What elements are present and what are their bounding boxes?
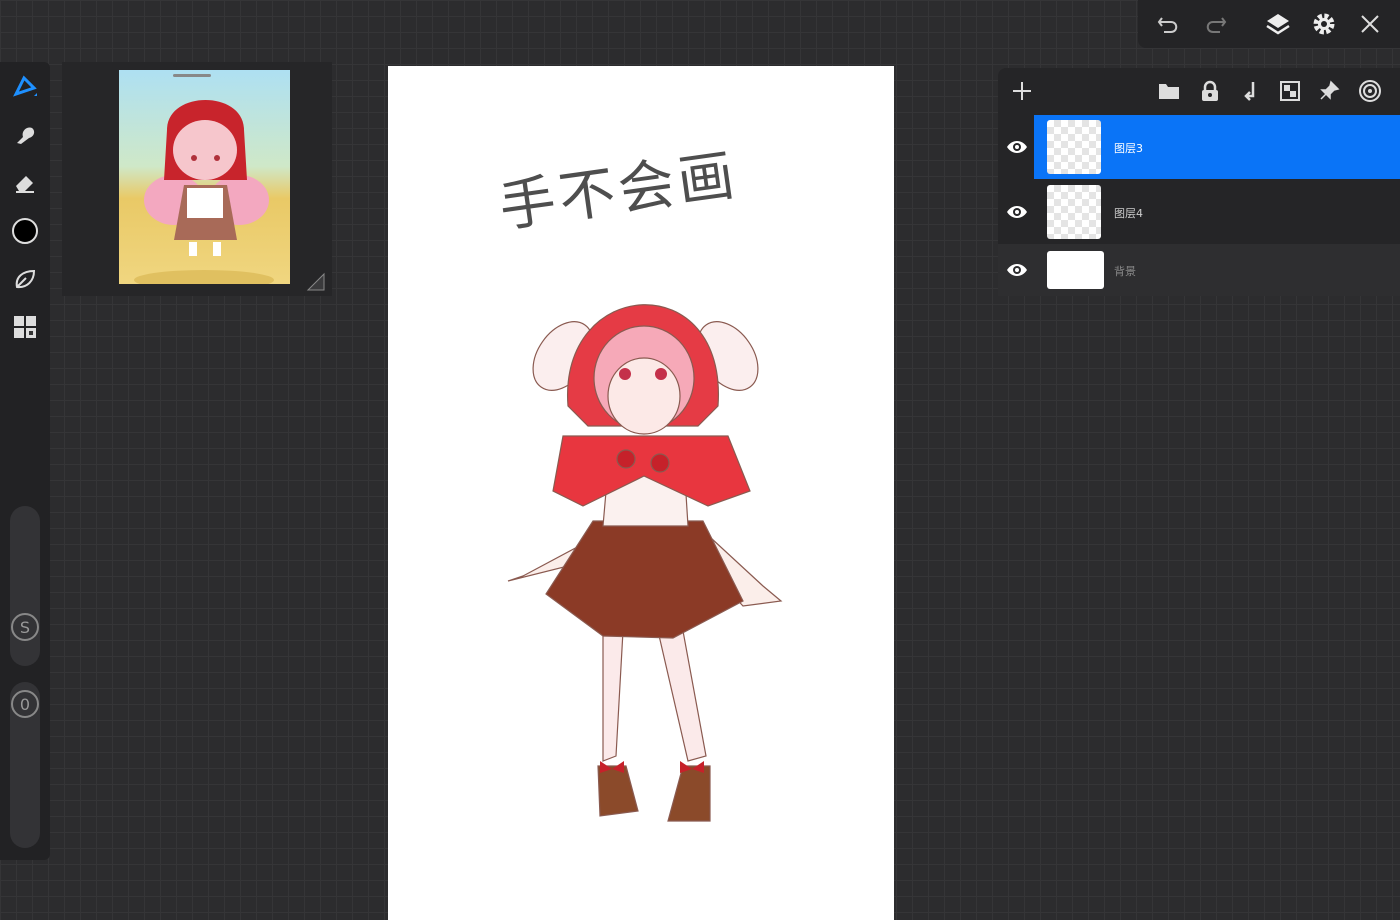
layer-row[interactable]: 背景 [998, 244, 1400, 296]
brush-size-slider[interactable] [10, 506, 40, 666]
redo-button[interactable] [1202, 10, 1230, 38]
eye-icon[interactable] [1006, 201, 1028, 223]
layers-panel: 图层3 图层4 背景 [998, 68, 1400, 296]
layers-icon [1266, 14, 1290, 35]
add-layer-button[interactable] [1009, 78, 1035, 104]
opacity-label: 0 [19, 694, 31, 714]
reference-layer-button[interactable] [1357, 78, 1383, 104]
opacity-indicator[interactable]: 0 [11, 690, 39, 718]
reference-image [119, 70, 290, 284]
smudge-hand-icon [17, 127, 35, 144]
top-bar [1138, 0, 1400, 48]
pin-button[interactable] [1316, 78, 1342, 104]
layer-thumbnail [1047, 185, 1101, 239]
layer-row[interactable]: 图层3 [998, 115, 1400, 179]
pen-icon [13, 75, 37, 97]
folder-icon [1159, 84, 1179, 99]
eye-icon[interactable] [1006, 136, 1028, 158]
size-label: S [19, 617, 31, 637]
undo-icon [1157, 17, 1178, 33]
layer-row[interactable]: 图层4 [998, 180, 1400, 244]
redo-icon [1206, 17, 1227, 33]
reference-character [134, 100, 274, 284]
checkerboard-icon [1280, 81, 1300, 101]
layer-thumbnail [1047, 120, 1101, 174]
size-indicator[interactable]: S [11, 613, 39, 641]
lock-icon [1202, 80, 1218, 101]
merge-down-button[interactable] [1237, 78, 1263, 104]
group-button[interactable] [1156, 78, 1182, 104]
close-icon [1361, 15, 1379, 33]
layers-button[interactable] [1264, 10, 1292, 38]
reference-resize-handle[interactable] [306, 272, 326, 292]
gallery-button[interactable] [8, 310, 42, 344]
merge-down-icon [1244, 82, 1255, 101]
color-swatch-button[interactable] [8, 214, 42, 248]
plus-icon [1013, 82, 1031, 100]
gear-icon [1313, 13, 1335, 35]
layer-thumbnail [1047, 251, 1104, 289]
character-drawing [507, 304, 783, 822]
pin-icon [1320, 80, 1340, 100]
eraser-icon [16, 176, 34, 193]
layer-name: 图层3 [1114, 142, 1143, 155]
current-color-swatch [12, 218, 38, 244]
eraser-tool-button[interactable] [8, 166, 42, 200]
settings-button[interactable] [1310, 10, 1338, 38]
close-button[interactable] [1356, 10, 1384, 38]
layer-name: 图层4 [1114, 207, 1143, 220]
left-toolbar: S 0 [0, 62, 50, 860]
lock-button[interactable] [1197, 78, 1223, 104]
undo-button[interactable] [1154, 10, 1182, 38]
alpha-lock-button[interactable] [1277, 78, 1303, 104]
liquify-tool-button[interactable] [8, 262, 42, 296]
grid-icon [14, 316, 36, 338]
smudge-tool-button[interactable] [8, 118, 42, 152]
target-icon [1359, 80, 1381, 102]
brush-tool-button[interactable] [8, 70, 42, 104]
layer-name: 背景 [1114, 265, 1136, 278]
drawing-canvas[interactable]: 手不会画 [388, 66, 894, 920]
resize-corner-icon [306, 272, 325, 291]
eye-icon[interactable] [1006, 259, 1028, 281]
leaf-icon [15, 269, 36, 289]
